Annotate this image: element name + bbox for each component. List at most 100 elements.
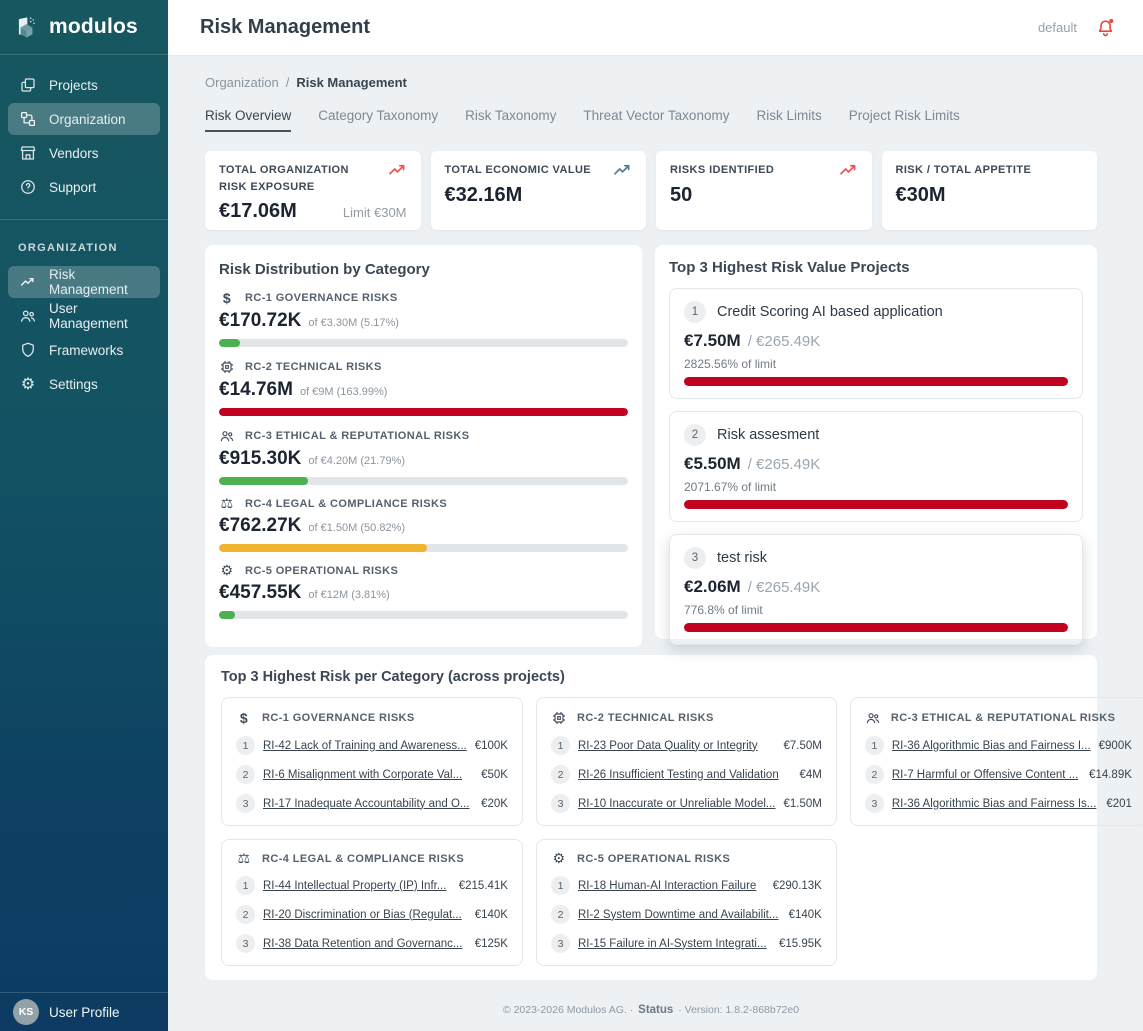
category-detail: of €1.50M (50.82%) (308, 522, 405, 534)
progress-track (219, 339, 628, 347)
stat-total-economic-value: TOTAL ECONOMIC VALUE €32.16M (431, 151, 647, 230)
rank-badge: 2 (236, 765, 255, 784)
risk-distribution-card: Risk Distribution by Category $ RC-1 GOV… (205, 245, 642, 647)
notification-bell-icon[interactable] (1095, 17, 1116, 38)
tab-risk-taxonomy[interactable]: Risk Taxonomy (465, 108, 556, 132)
stat-total-risk-exposure: TOTAL ORGANIZATION RISK EXPOSURE €17.06M… (205, 151, 421, 230)
sidebar-item-settings[interactable]: ⚙ Settings (8, 368, 160, 400)
people-icon (219, 428, 235, 444)
logo[interactable]: modulos (0, 0, 168, 55)
environment-label: default (1038, 20, 1077, 35)
category-name: RC-1 GOVERNANCE RISKS (245, 292, 398, 304)
tab-category-taxonomy[interactable]: Category Taxonomy (318, 108, 438, 132)
rank-badge: 2 (551, 905, 570, 924)
project-card[interactable]: 1 Credit Scoring AI based application €7… (669, 288, 1083, 399)
card-title: Top 3 Highest Risk Value Projects (669, 259, 1083, 276)
progress-fill (219, 611, 235, 619)
project-card[interactable]: 2 Risk assesment €5.50M / €265.49K 2071.… (669, 411, 1083, 522)
user-profile-label: User Profile (49, 1005, 120, 1020)
main-nav: Projects Organization Vendors (0, 55, 168, 205)
tab-bar: Risk Overview Category Taxonomy Risk Tax… (205, 108, 1097, 132)
status-link[interactable]: Status (638, 1004, 673, 1016)
project-percent-of-limit: 776.8% of limit (684, 603, 1068, 617)
version-text: · Version: 1.8.2-868b72e0 (678, 1004, 799, 1016)
progress-fill (684, 500, 1068, 509)
stat-label: TOTAL ECONOMIC VALUE (445, 162, 592, 179)
rank-badge: 1 (865, 736, 884, 755)
risk-link[interactable]: RI-26 Insufficient Testing and Validatio… (578, 769, 792, 781)
tab-threat-vector-taxonomy[interactable]: Threat Vector Taxonomy (583, 108, 729, 132)
sidebar-spacer (0, 402, 168, 992)
sidebar-item-risk-management[interactable]: Risk Management (8, 266, 160, 298)
project-percent-of-limit: 2071.67% of limit (684, 480, 1068, 494)
breadcrumb-organization[interactable]: Organization (205, 75, 279, 90)
sidebar-item-label: Frameworks (49, 343, 123, 358)
risk-item: 1 RI-23 Poor Data Quality or Integrity €… (551, 736, 822, 755)
user-profile[interactable]: KS User Profile (0, 992, 168, 1031)
sidebar-item-organization[interactable]: Organization (8, 103, 160, 135)
sidebar-item-projects[interactable]: Projects (8, 69, 160, 101)
category-name: RC-1 GOVERNANCE RISKS (262, 712, 415, 724)
main-area: Risk Management default Organization / R… (168, 0, 1143, 1031)
risk-link[interactable]: RI-20 Discrimination or Bias (Regulat... (263, 909, 467, 921)
tab-project-risk-limits[interactable]: Project Risk Limits (849, 108, 960, 132)
rank-badge: 3 (236, 794, 255, 813)
risk-link[interactable]: RI-15 Failure in AI-System Integrati... (578, 938, 771, 950)
risk-link[interactable]: RI-7 Harmful or Offensive Content ... (892, 769, 1081, 781)
rank-badge: 1 (236, 876, 255, 895)
project-percent-of-limit: 2825.56% of limit (684, 357, 1068, 371)
rank-badge: 3 (865, 794, 884, 813)
risk-item: 2 RI-2 System Downtime and Availabilit..… (551, 905, 822, 924)
risk-link[interactable]: RI-44 Intellectual Property (IP) Infr... (263, 880, 451, 892)
rank-badge: 1 (551, 876, 570, 895)
scales-icon: ⚖ (236, 852, 252, 866)
category-governance: $ RC-1 GOVERNANCE RISKS €170.72K of €3.3… (219, 290, 628, 347)
tab-risk-limits[interactable]: Risk Limits (756, 108, 821, 132)
gear-icon: ⚙ (19, 376, 37, 392)
card-title: Risk Distribution by Category (219, 261, 628, 278)
risk-value: €4M (799, 769, 821, 781)
category-name: RC-3 ETHICAL & REPUTATIONAL RISKS (891, 712, 1115, 724)
risk-link[interactable]: RI-2 System Downtime and Availabilit... (578, 909, 781, 921)
risk-category-card-governance: $ RC-1 GOVERNANCE RISKS 1 RI-42 Lack of … (221, 697, 523, 826)
avatar: KS (13, 999, 39, 1025)
page-content: Organization / Risk Management Risk Over… (168, 56, 1143, 1016)
sidebar-item-label: User Management (49, 301, 149, 331)
project-name: Risk assesment (717, 427, 819, 443)
risk-link[interactable]: RI-42 Lack of Training and Awareness... (263, 740, 467, 752)
sidebar-item-user-management[interactable]: User Management (8, 300, 160, 332)
progress-track (684, 377, 1068, 386)
risk-link[interactable]: RI-38 Data Retention and Governanc... (263, 938, 467, 950)
risk-category-card-legal: ⚖ RC-4 LEGAL & COMPLIANCE RISKS 1 RI-44 … (221, 839, 523, 966)
stat-label: RISKS IDENTIFIED (670, 162, 774, 179)
risk-item: 3 RI-17 Inadequate Accountability and O.… (236, 794, 508, 813)
risk-link[interactable]: RI-36 Algorithmic Bias and Fairness I... (892, 740, 1091, 752)
risk-value: €201 (1106, 798, 1132, 810)
risk-value: €140K (475, 909, 508, 921)
stat-cards: TOTAL ORGANIZATION RISK EXPOSURE €17.06M… (205, 151, 1097, 230)
risk-link[interactable]: RI-36 Algorithmic Bias and Fairness Is..… (892, 798, 1098, 810)
people-icon (865, 710, 881, 726)
category-value: €170.72K (219, 310, 301, 332)
risk-link[interactable]: RI-23 Poor Data Quality or Integrity (578, 740, 776, 752)
sidebar-item-vendors[interactable]: Vendors (8, 137, 160, 169)
gear-icon: ⚙ (219, 564, 235, 578)
risk-link[interactable]: RI-10 Inaccurate or Unreliable Model... (578, 798, 776, 810)
logo-text: modulos (49, 15, 138, 39)
sidebar-item-support[interactable]: Support (8, 171, 160, 203)
risk-link[interactable]: RI-17 Inadequate Accountability and O... (263, 798, 473, 810)
risk-item: 2 RI-20 Discrimination or Bias (Regulat.… (236, 905, 508, 924)
project-card[interactable]: 3 test risk €2.06M / €265.49K 776.8% of … (669, 534, 1083, 645)
rank-badge: 1 (684, 301, 706, 323)
rank-badge: 3 (551, 794, 570, 813)
tab-risk-overview[interactable]: Risk Overview (205, 108, 291, 132)
sidebar-item-frameworks[interactable]: Frameworks (8, 334, 160, 366)
breadcrumb-current: Risk Management (296, 75, 407, 90)
progress-fill (219, 339, 240, 347)
category-detail: of €12M (3.81%) (308, 589, 389, 601)
stat-limit: Limit €30M (343, 205, 407, 220)
risk-link[interactable]: RI-18 Human-AI Interaction Failure (578, 880, 765, 892)
risk-link[interactable]: RI-6 Misalignment with Corporate Val... (263, 769, 473, 781)
risk-value: €900K (1099, 740, 1132, 752)
category-detail: of €9M (163.99%) (300, 386, 387, 398)
